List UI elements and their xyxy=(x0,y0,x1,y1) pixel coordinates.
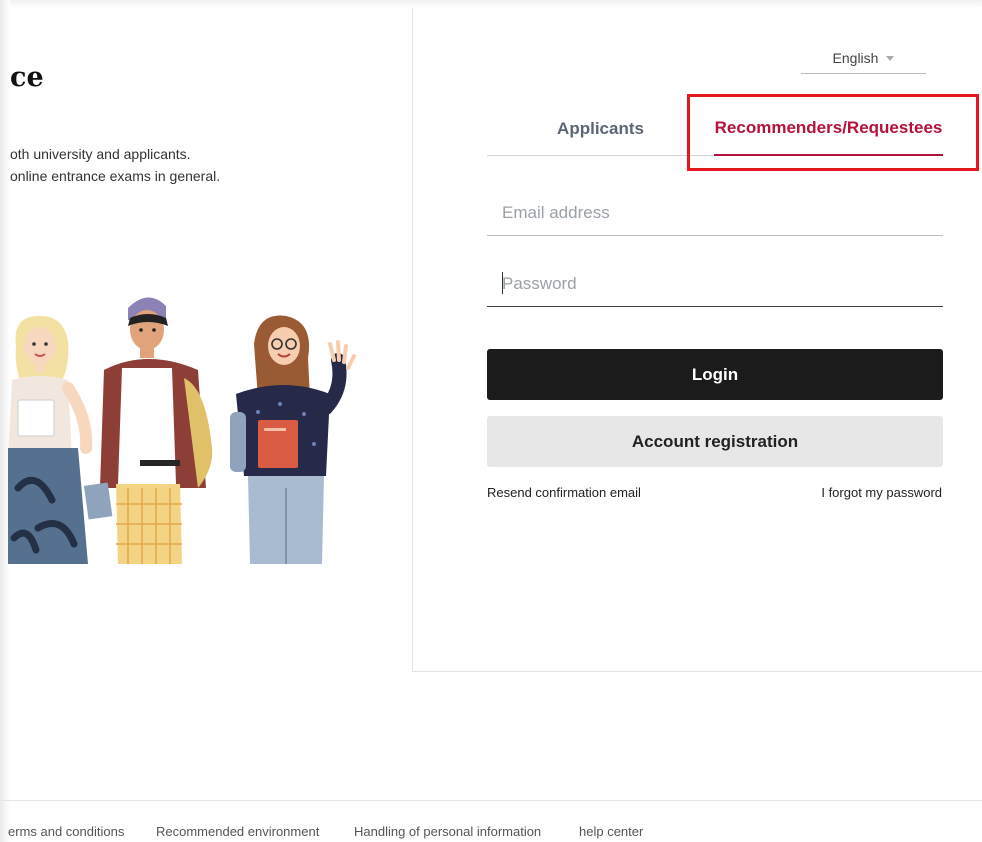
footer-link-terms[interactable]: erms and conditions xyxy=(8,824,124,839)
footer-link-recommended-environment[interactable]: Recommended environment xyxy=(156,824,319,839)
student-illustration-3 xyxy=(230,315,356,564)
top-shadow xyxy=(0,0,982,8)
students-illustration xyxy=(8,297,356,564)
text-cursor xyxy=(502,272,503,294)
chevron-down-icon xyxy=(886,56,895,61)
hero-title: ce xyxy=(10,62,44,93)
footer-link-help-center[interactable]: help center xyxy=(579,824,643,839)
hero-description-line: online entrance exams in general. xyxy=(10,168,221,184)
hero-description: oth university and applicants. online en… xyxy=(10,143,220,187)
tab-recommenders-requestees[interactable]: Recommenders/Requestees xyxy=(714,102,943,156)
resend-confirmation-link[interactable]: Resend confirmation email xyxy=(487,485,641,500)
login-panel: English Applicants Recommenders/Requeste… xyxy=(412,8,982,672)
password-field[interactable] xyxy=(487,261,943,307)
tab-applicants[interactable]: Applicants xyxy=(487,102,714,155)
footer-link-personal-information[interactable]: Handling of personal information xyxy=(354,824,541,839)
forgot-password-link[interactable]: I forgot my password xyxy=(821,485,942,500)
language-select[interactable]: English xyxy=(801,42,926,74)
login-button[interactable]: Login xyxy=(487,349,943,400)
footer: erms and conditions Recommended environm… xyxy=(0,800,982,842)
login-tabs: Applicants Recommenders/Requestees xyxy=(487,102,943,156)
account-registration-button[interactable]: Account registration xyxy=(487,416,943,467)
hero-description-line: oth university and applicants. xyxy=(10,146,191,162)
student-illustration-2 xyxy=(83,297,213,564)
email-field[interactable] xyxy=(487,190,943,236)
student-illustration-1 xyxy=(8,315,93,564)
language-select-value: English xyxy=(832,49,879,66)
